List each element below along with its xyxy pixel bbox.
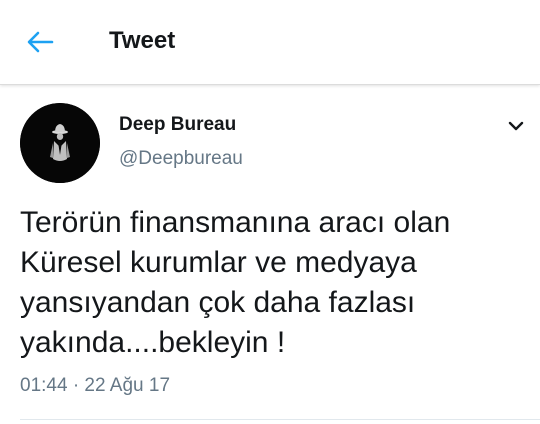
chevron-down-icon	[508, 121, 524, 131]
arrow-left-icon	[27, 31, 54, 53]
author-display-name[interactable]: Deep Bureau	[119, 113, 236, 137]
author-username[interactable]: @Deepbureau	[119, 147, 243, 171]
back-button[interactable]	[18, 22, 62, 62]
tweet-menu-button[interactable]	[502, 112, 530, 140]
tweet-text-line: Terörün finansmanına aracı olan	[20, 206, 451, 239]
tweet-text-line: Küresel kurumlar ve medyaya	[20, 246, 417, 279]
tweet-timestamp[interactable]: 01:44 · 22 Ağu 17	[20, 374, 170, 398]
tweet-text-line: yakında....bekleyin !	[20, 326, 286, 359]
profile-avatar	[20, 103, 100, 183]
page-title: Tweet	[109, 27, 176, 54]
tweet-text-line: yansıyandan çok daha fazlası	[20, 286, 416, 319]
avatar[interactable]	[20, 103, 100, 183]
tweet-text: Terörün finansmanına aracı olan Küresel …	[20, 203, 525, 363]
divider	[20, 419, 540, 420]
top-app-bar: Tweet	[0, 0, 540, 85]
